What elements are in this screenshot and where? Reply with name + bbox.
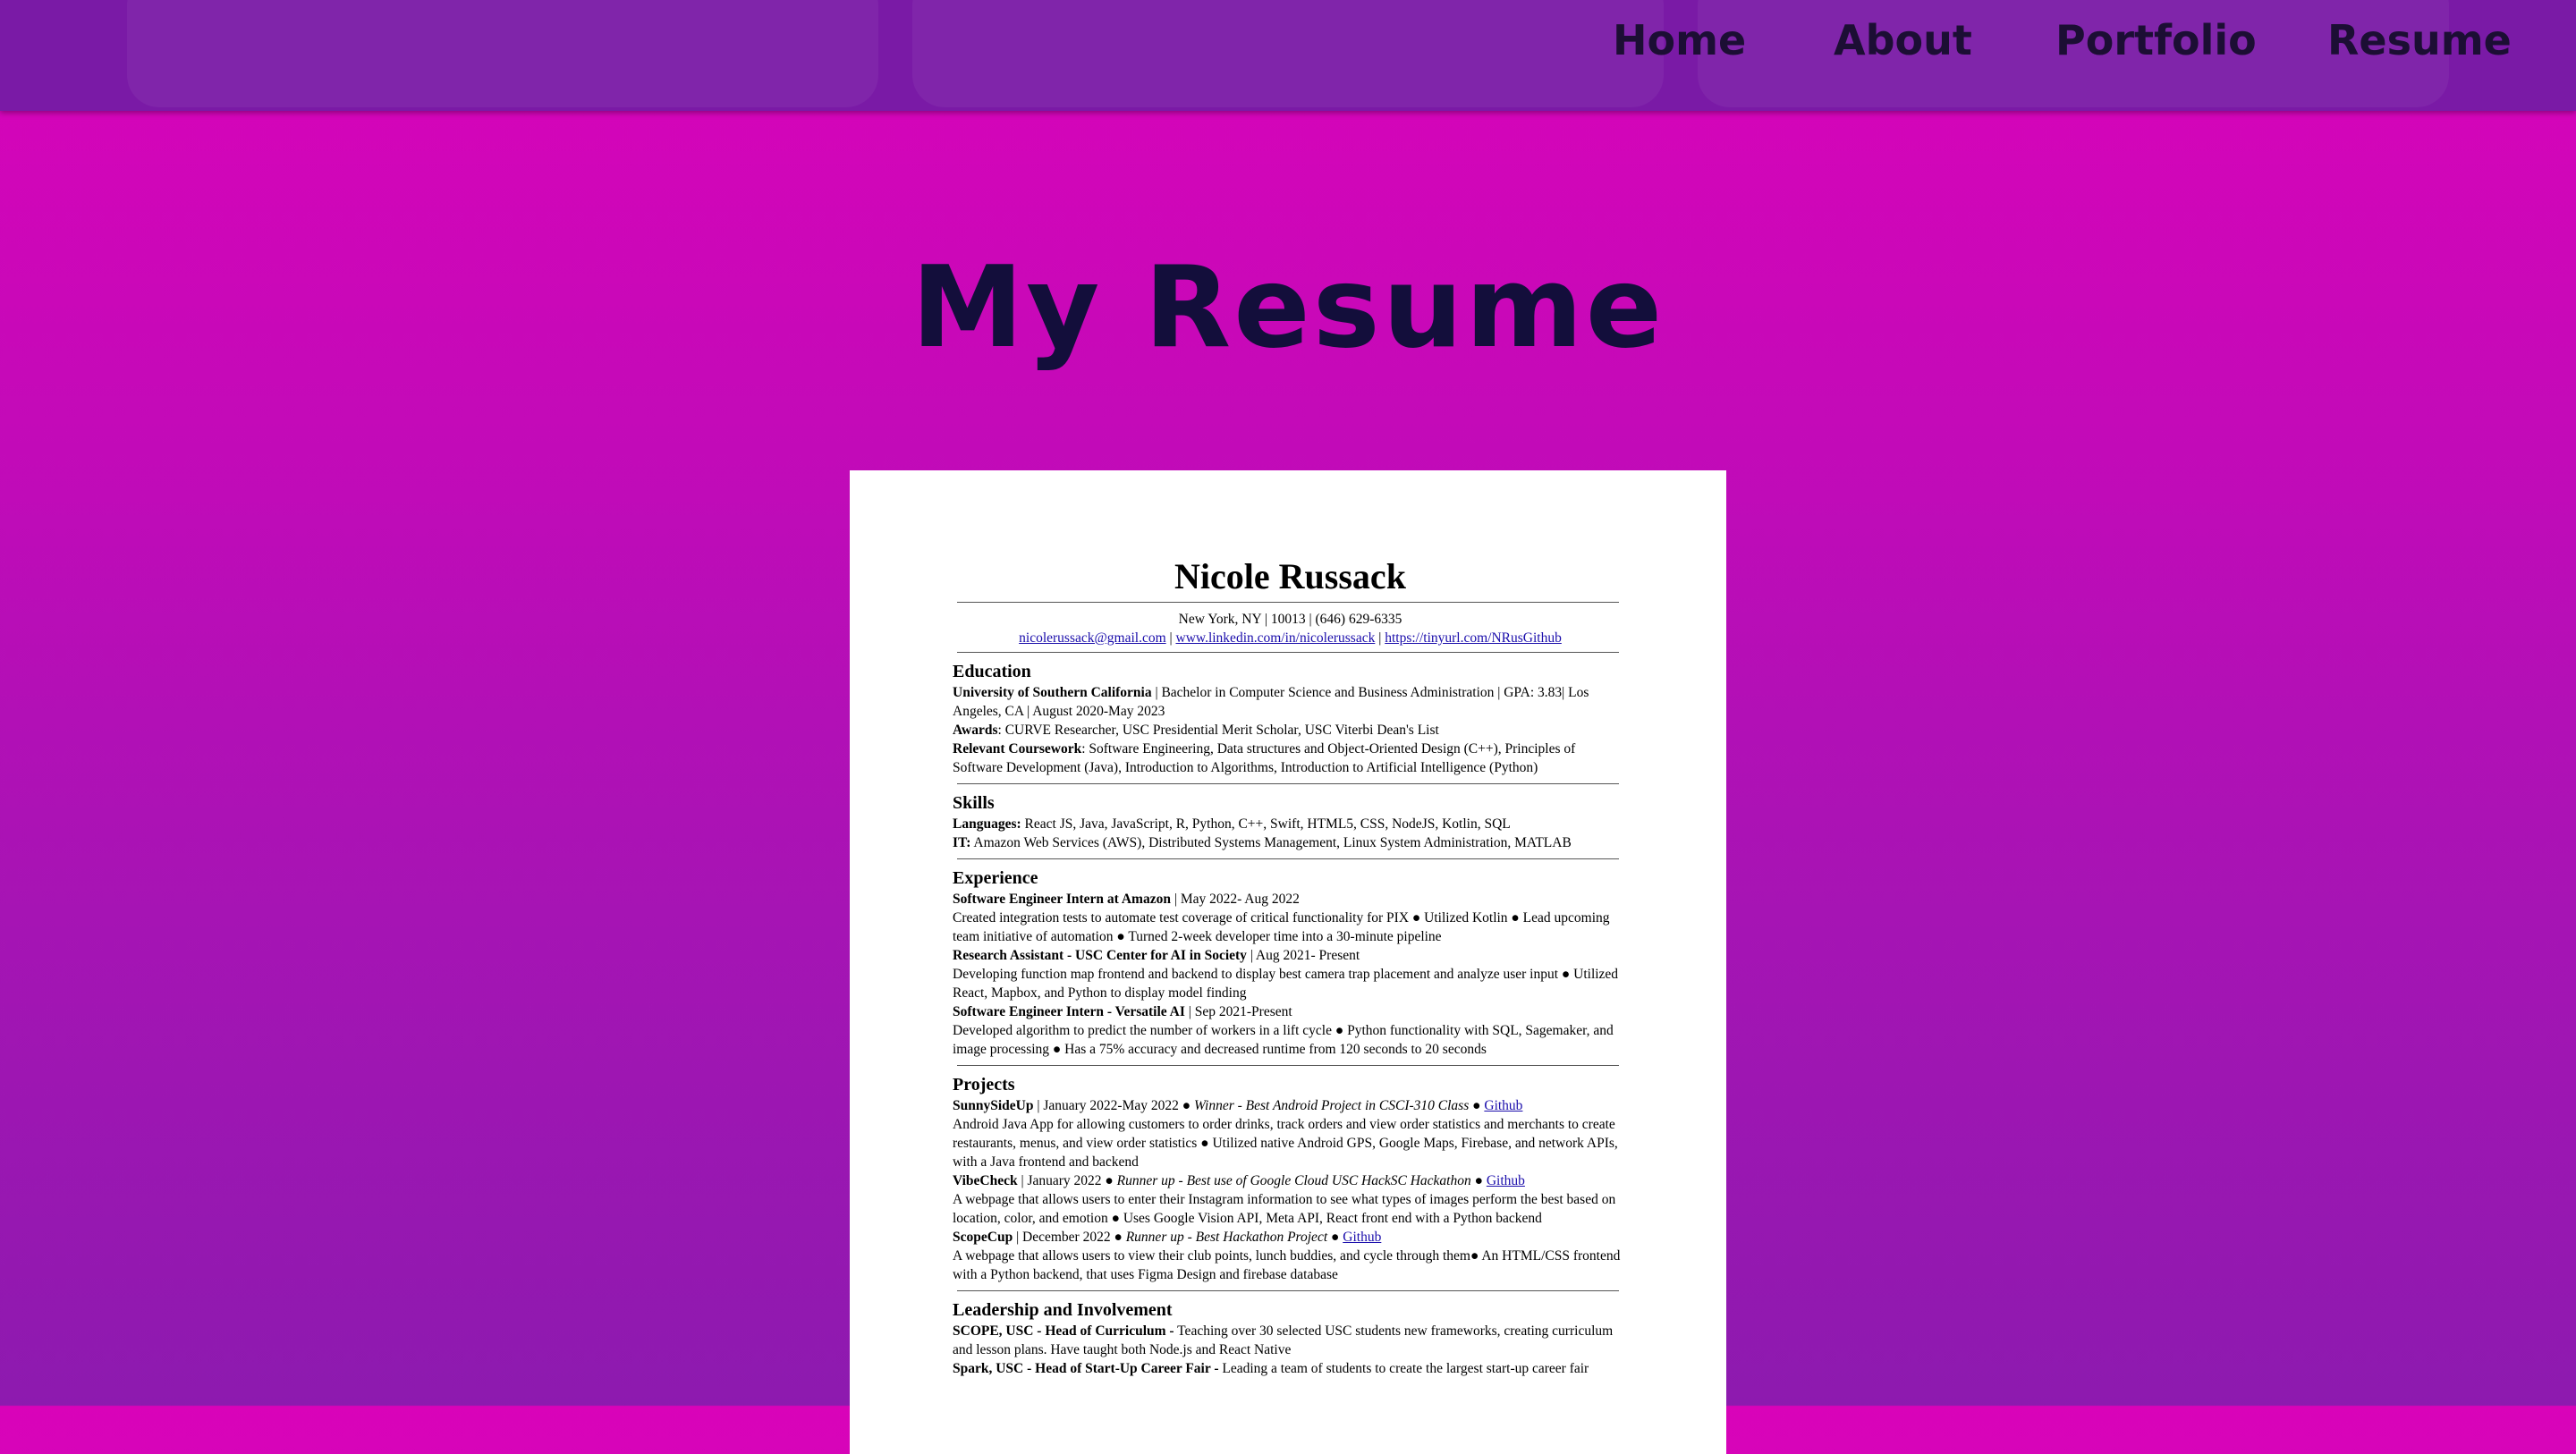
contact-line: New York, NY | 10013 | (646) 629-6335 [1178, 612, 1402, 627]
separator: | [1375, 630, 1385, 646]
project-description: Android Java App for allowing customers … [953, 1117, 1618, 1170]
job-dates: | May 2022- Aug 2022 [1170, 892, 1300, 907]
it-text: Amazon Web Services (AWS), Distributed S… [970, 835, 1572, 850]
github-profile-link[interactable]: https://tinyurl.com/NRusGithub [1385, 630, 1562, 646]
resume-document: Nicole Russack New York, NY | 10013 | (6… [850, 470, 1726, 1454]
project-github-link[interactable]: Github [1343, 1230, 1381, 1245]
leadership-item: Spark, USC - Head of Start-Up Career Fai… [953, 1359, 1628, 1378]
project-name: ScopeCup [953, 1230, 1013, 1245]
contact-links: nicolerussack@gmail.com | www.linkedin.c… [953, 629, 1628, 647]
top-nav-bar: Home About Portfolio Resume [0, 0, 2576, 111]
resume-content: Nicole Russack New York, NY | 10013 | (6… [953, 556, 1628, 1384]
languages-label: Languages: [953, 816, 1021, 832]
nav-links: Home About Portfolio Resume [0, 0, 2576, 89]
skills-it: IT: Amazon Web Services (AWS), Distribut… [953, 833, 1628, 852]
nav-link-resume[interactable]: Resume [2327, 16, 2512, 64]
experience-item: Software Engineer Intern at Amazon | May… [953, 890, 1628, 909]
project-item: SunnySideUp | January 2022-May 2022 ● Wi… [953, 1096, 1628, 1115]
project-github-link[interactable]: Github [1487, 1173, 1525, 1188]
separator: | [1165, 630, 1176, 646]
awards-label: Awards [953, 723, 998, 738]
experience-item: Software Engineer Intern - Versatile AI … [953, 1002, 1628, 1021]
section-title-leadership: Leadership and Involvement [953, 1300, 1173, 1320]
job-description: Created integration tests to automate te… [953, 910, 1610, 944]
coursework-label: Relevant Coursework [953, 741, 1082, 757]
experience-item: Research Assistant - USC Center for AI i… [953, 946, 1628, 965]
projects-section: Projects SunnySideUp | January 2022-May … [953, 1073, 1628, 1284]
bullet: ● [1327, 1230, 1343, 1245]
divider [957, 858, 1619, 859]
project-award: Winner - Best Android Project in CSCI-31… [1193, 1098, 1470, 1113]
section-title-experience: Experience [953, 868, 1038, 888]
bullet: ● [1470, 1173, 1487, 1188]
resume-name: Nicole Russack [1174, 556, 1406, 596]
divider [957, 783, 1619, 784]
nav-link-portfolio[interactable]: Portfolio [2055, 16, 2257, 64]
section-title-education: Education [953, 662, 1031, 681]
job-role: Research Assistant - USC Center for AI i… [953, 948, 1247, 963]
project-name: SunnySideUp [953, 1098, 1034, 1113]
project-dates: | December 2022 ● [1013, 1230, 1126, 1245]
project-name: VibeCheck [953, 1173, 1018, 1188]
job-description: Developing function map frontend and bac… [953, 967, 1619, 1001]
project-award: Runner up - Best Hackathon Project [1125, 1230, 1328, 1245]
project-description: A webpage that allows users to view thei… [953, 1248, 1621, 1282]
leadership-item: SCOPE, USC - Head of Curriculum - Teachi… [953, 1322, 1628, 1359]
nav-link-about[interactable]: About [1834, 16, 1972, 64]
education-section: Education University of Southern Califor… [953, 660, 1628, 777]
leadership-section: Leadership and Involvement SCOPE, USC - … [953, 1298, 1628, 1378]
project-github-link[interactable]: Github [1484, 1098, 1522, 1113]
job-description: Developed algorithm to predict the numbe… [953, 1023, 1614, 1057]
it-label: IT: [953, 835, 971, 850]
project-item: ScopeCup | December 2022 ● Runner up - B… [953, 1228, 1628, 1247]
project-award: Runner up - Best use of Google Cloud USC… [1116, 1173, 1471, 1188]
job-role: Software Engineer Intern at Amazon [953, 892, 1171, 907]
page-title: My Resume [911, 241, 1665, 373]
bullet: ● [1469, 1098, 1485, 1113]
job-dates: | Aug 2021- Present [1246, 948, 1360, 963]
divider [957, 652, 1619, 653]
project-dates: | January 2022 ● [1017, 1173, 1117, 1188]
email-link[interactable]: nicolerussack@gmail.com [1019, 630, 1166, 646]
project-dates: | January 2022-May 2022 ● [1033, 1098, 1194, 1113]
divider [957, 1290, 1619, 1291]
languages-text: React JS, Java, JavaScript, R, Python, C… [1021, 816, 1511, 832]
leadership-desc: Leading a team of students to create the… [1218, 1361, 1589, 1376]
job-role: Software Engineer Intern - Versatile AI [953, 1004, 1185, 1019]
job-dates: | Sep 2021-Present [1184, 1004, 1292, 1019]
education-awards: Awards: CURVE Researcher, USC Presidenti… [953, 721, 1628, 740]
linkedin-link[interactable]: www.linkedin.com/in/nicolerussack [1176, 630, 1376, 646]
leadership-role: SCOPE, USC - Head of Curriculum - [953, 1323, 1174, 1339]
project-description: A webpage that allows users to enter the… [953, 1192, 1616, 1226]
section-title-skills: Skills [953, 793, 995, 813]
education-coursework: Relevant Coursework: Software Engineerin… [953, 740, 1628, 777]
section-title-projects: Projects [953, 1075, 1015, 1095]
leadership-role: Spark, USC - Head of Start-Up Career Fai… [953, 1361, 1219, 1376]
divider [957, 602, 1619, 603]
skills-section: Skills Languages: React JS, Java, JavaSc… [953, 791, 1628, 852]
education-school: University of Southern California | Bach… [953, 683, 1628, 721]
nav-link-home[interactable]: Home [1613, 16, 1746, 64]
project-item: VibeCheck | January 2022 ● Runner up - B… [953, 1171, 1628, 1190]
school-name: University of Southern California [953, 685, 1152, 700]
divider [957, 1065, 1619, 1066]
skills-languages: Languages: React JS, Java, JavaScript, R… [953, 815, 1628, 833]
experience-section: Experience Software Engineer Intern at A… [953, 866, 1628, 1059]
awards-text: : CURVE Researcher, USC Presidential Mer… [997, 723, 1439, 738]
